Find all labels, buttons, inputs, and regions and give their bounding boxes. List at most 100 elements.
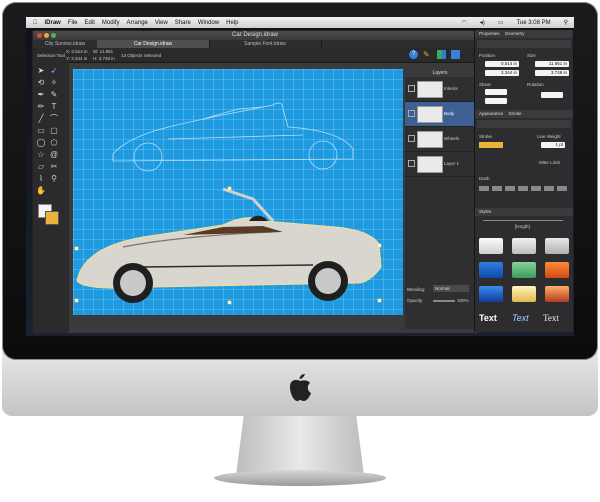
style-swatch-gold[interactable] [512,286,536,302]
pencil-tool-icon[interactable]: ✏ [36,102,46,112]
stroke-color-well[interactable] [45,211,59,225]
position-label: Position [479,53,496,58]
menu-item-modify[interactable]: Modify [102,20,120,26]
styles-title: Styles [479,209,492,214]
tab-sample-font[interactable]: Sample Font.idraw [209,40,322,48]
style-swatch-gray[interactable] [512,238,536,254]
menu-item-app[interactable]: iDraw [45,20,61,26]
layer-visibility-checkbox[interactable] [408,110,415,117]
star-tool-icon[interactable]: ☆ [36,150,46,160]
layer-visibility-checkbox[interactable] [408,135,415,142]
wifi-icon[interactable]: ◠ [462,19,467,26]
size-width-field[interactable]: 11.951 in [535,61,569,67]
menu-item-file[interactable]: File [68,20,78,26]
layer-visibility-checkbox[interactable] [408,85,415,92]
battery-icon[interactable]: ▭ [498,19,504,26]
style-swatch-green[interactable] [512,262,536,278]
spotlight-icon[interactable]: ⚲ [564,19,568,26]
position-y-field[interactable]: 3.344 in [485,70,519,76]
layer-thumbnail [417,156,443,173]
rotate-tool-icon[interactable]: ⟲ [36,78,46,88]
stroke-tab[interactable]: Stroke [509,111,522,116]
tab-car-design[interactable]: Car Design.idraw [97,40,210,48]
ellipse-tool-icon[interactable]: ◯ [36,138,46,148]
layout-icon[interactable] [451,50,460,59]
pencil-icon[interactable]: ✎ [423,50,432,59]
inspector-tab-icons[interactable] [477,40,571,48]
text-style-bold[interactable]: Text [479,312,497,324]
apple-menu-icon[interactable]:  [33,20,38,26]
menu-clock[interactable]: Tue 3:08 PM [516,20,550,26]
dash-label: Dash [479,176,490,181]
car-artwork[interactable] [73,69,403,315]
curve-tool-icon[interactable]: ⌒ [49,114,59,124]
blending-select[interactable]: Normal [433,285,469,292]
position-x-field[interactable]: 0.514 in [485,61,519,67]
menu-item-window[interactable]: Window [198,20,219,26]
style-swatch-copper[interactable] [545,286,569,302]
help-icon[interactable]: ? [409,50,418,59]
layer-row-interior[interactable]: Interior [405,77,475,102]
layer-row-wheels[interactable]: Wheels [405,127,475,152]
layer-thumbnail [417,131,443,148]
appearance-tab-icons[interactable] [477,120,571,128]
minimize-button[interactable] [44,33,49,38]
eyedropper-tool-icon[interactable]: ⌇ [36,174,46,184]
style-swatch-blue[interactable] [479,262,503,278]
drawing-canvas[interactable] [73,69,403,315]
shear-y-field[interactable] [485,98,507,104]
close-button[interactable] [37,33,42,38]
shear-x-field[interactable] [485,89,507,95]
opacity-slider[interactable] [433,300,455,302]
menu-item-view[interactable]: View [155,20,168,26]
dash-pattern-fields[interactable] [479,186,567,191]
volume-icon[interactable]: ◂) [480,19,485,26]
layer-row-layer-1[interactable]: Layer 1 [405,152,475,177]
hand-tool-icon[interactable]: ✋ [36,186,46,196]
size-height-field[interactable]: 3.748 in [535,70,569,76]
style-swatch-deep-blue[interactable] [479,286,503,302]
style-swatch-orange[interactable] [545,262,569,278]
scissors-tool-icon[interactable]: ✂ [49,162,59,172]
stroke-color-swatch[interactable] [479,142,503,148]
zoom-button[interactable] [51,33,56,38]
magic-wand-icon[interactable]: ✧ [49,78,59,88]
polygon-tool-icon[interactable]: ⬠ [49,138,59,148]
properties-header: Properties Geometry [475,30,573,38]
opacity-label: Opacity [407,298,423,303]
pen-tool-icon[interactable]: ✒ [36,90,46,100]
style-swatch-light-gray[interactable] [479,238,503,254]
layer-row-body[interactable]: Body [405,102,475,127]
selection-tool-icon[interactable]: ➤ [36,66,46,76]
line-tool-icon[interactable]: ╱ [36,114,46,124]
tab-city-sunrise[interactable]: City Sunrise.idraw [33,40,98,48]
apple-logo-icon [290,374,311,401]
text-style-serif[interactable]: Text [543,312,559,324]
text-style-outline[interactable]: Text [512,312,529,324]
document-window: Car Design.idraw City Sunrise.idraw Car … [32,30,478,334]
rectangle-tool-icon[interactable]: ▭ [36,126,46,136]
text-tool-icon[interactable]: T [49,102,59,112]
menu-item-edit[interactable]: Edit [85,20,95,26]
geometry-tab[interactable]: Geometry [505,31,525,36]
rotation-field[interactable] [541,92,563,98]
tool-name: Selection Tool [37,53,65,58]
layer-visibility-checkbox[interactable] [408,160,415,167]
info-w: W: 11.951 [93,49,114,54]
menu-item-arrange[interactable]: Arrange [127,20,148,26]
line-weight-field[interactable]: 1 pt [541,142,565,148]
tool-palette: ➤ ➹ ⟲ ✧ ✒ ✎ ✏ T ╱ ⌒ ▭ ▢ ◯ ⬠ ☆ @ ▱ ✂ ⌇ ⚲ … [33,62,69,333]
document-tab-bar: City Sunrise.idraw Car Design.idraw Samp… [33,40,477,48]
spiral-tool-icon[interactable]: @ [49,150,59,160]
brush-tool-icon[interactable]: ✎ [49,90,59,100]
direct-select-tool-icon[interactable]: ➹ [49,66,59,76]
zoom-tool-icon[interactable]: ⚲ [49,174,59,184]
style-swatch-silver[interactable] [545,238,569,254]
menu-item-share[interactable]: Share [175,20,191,26]
grid-icon[interactable] [437,50,446,59]
eraser-tool-icon[interactable]: ▱ [36,162,46,172]
car-illustration [74,186,382,305]
rounded-rect-tool-icon[interactable]: ▢ [49,126,59,136]
style-slider[interactable] [483,220,563,221]
menu-item-help[interactable]: Help [226,20,238,26]
